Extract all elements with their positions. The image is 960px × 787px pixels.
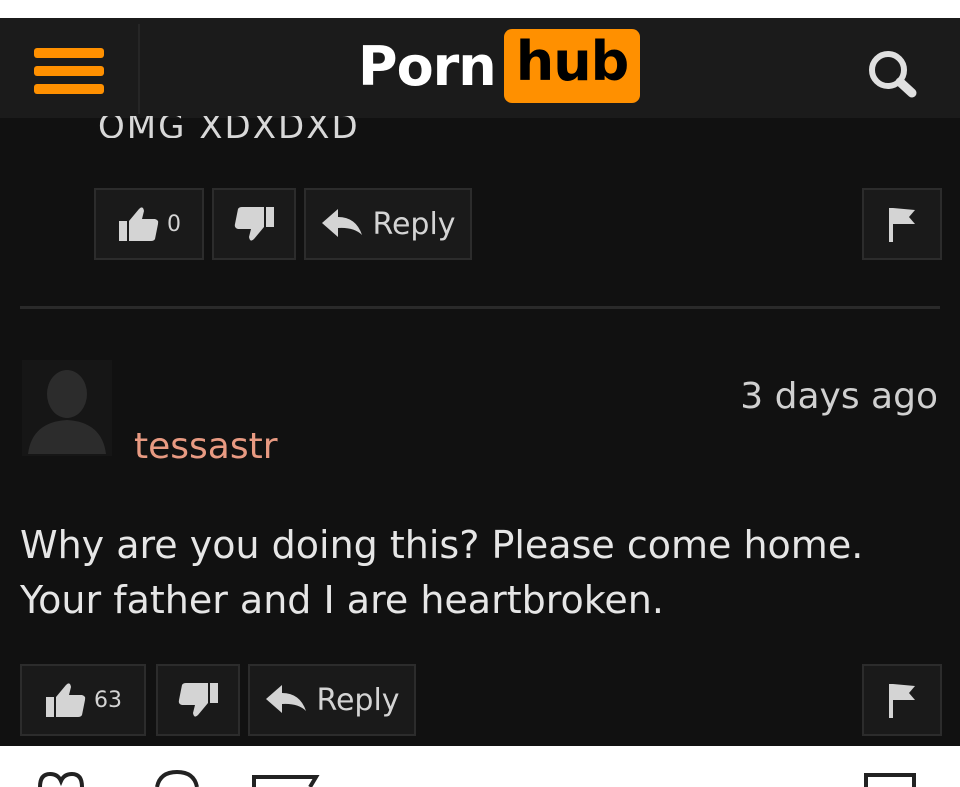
comment-text: Why are you doing this? Please come home…: [20, 523, 864, 622]
dislike-button[interactable]: [156, 664, 240, 736]
top-header: Porn hub: [0, 18, 960, 118]
reply-arrow-icon: [322, 209, 363, 237]
thumbs-up-icon: [46, 683, 86, 717]
search-icon: [869, 51, 917, 98]
bookmark-icon[interactable]: [860, 772, 920, 787]
comment-timestamp: 3 days ago: [740, 376, 938, 417]
logo-text-part2: hub: [503, 29, 641, 103]
user-avatar[interactable]: [22, 360, 112, 456]
comment-icon[interactable]: [152, 770, 202, 787]
flag-button[interactable]: [862, 664, 942, 736]
logo-text-part1: Porn: [358, 34, 497, 98]
like-button[interactable]: 63: [20, 664, 146, 736]
bottom-toolbar: [0, 768, 960, 787]
thumbs-down-icon: [178, 683, 218, 717]
thumbs-down-icon: [234, 207, 274, 241]
default-avatar-icon: [22, 360, 112, 456]
share-icon[interactable]: [250, 774, 320, 787]
comment-username[interactable]: tessastr: [134, 426, 278, 467]
reply-button[interactable]: Reply: [304, 188, 472, 260]
reply-label: Reply: [316, 682, 400, 718]
comments-screen: Porn hub OMG XDXDXD 0 Reply 3 days ago t…: [0, 18, 960, 746]
flag-icon: [889, 208, 915, 242]
like-count: 0: [167, 211, 181, 237]
flag-button[interactable]: [862, 188, 942, 260]
site-logo[interactable]: Porn hub: [358, 26, 641, 106]
dislike-button[interactable]: [212, 188, 296, 260]
reply-arrow-icon: [266, 685, 307, 713]
search-button[interactable]: [860, 46, 930, 106]
flag-icon: [889, 684, 915, 718]
reply-label: Reply: [372, 206, 456, 242]
reply-button[interactable]: Reply: [248, 664, 416, 736]
heart-icon[interactable]: [36, 772, 86, 787]
menu-button[interactable]: [18, 24, 140, 114]
thumbs-up-icon: [119, 207, 159, 241]
previous-comment-text: OMG XDXDXD: [98, 116, 360, 138]
like-count: 63: [94, 687, 122, 713]
comment-divider: [20, 306, 940, 309]
like-button[interactable]: 0: [94, 188, 204, 260]
